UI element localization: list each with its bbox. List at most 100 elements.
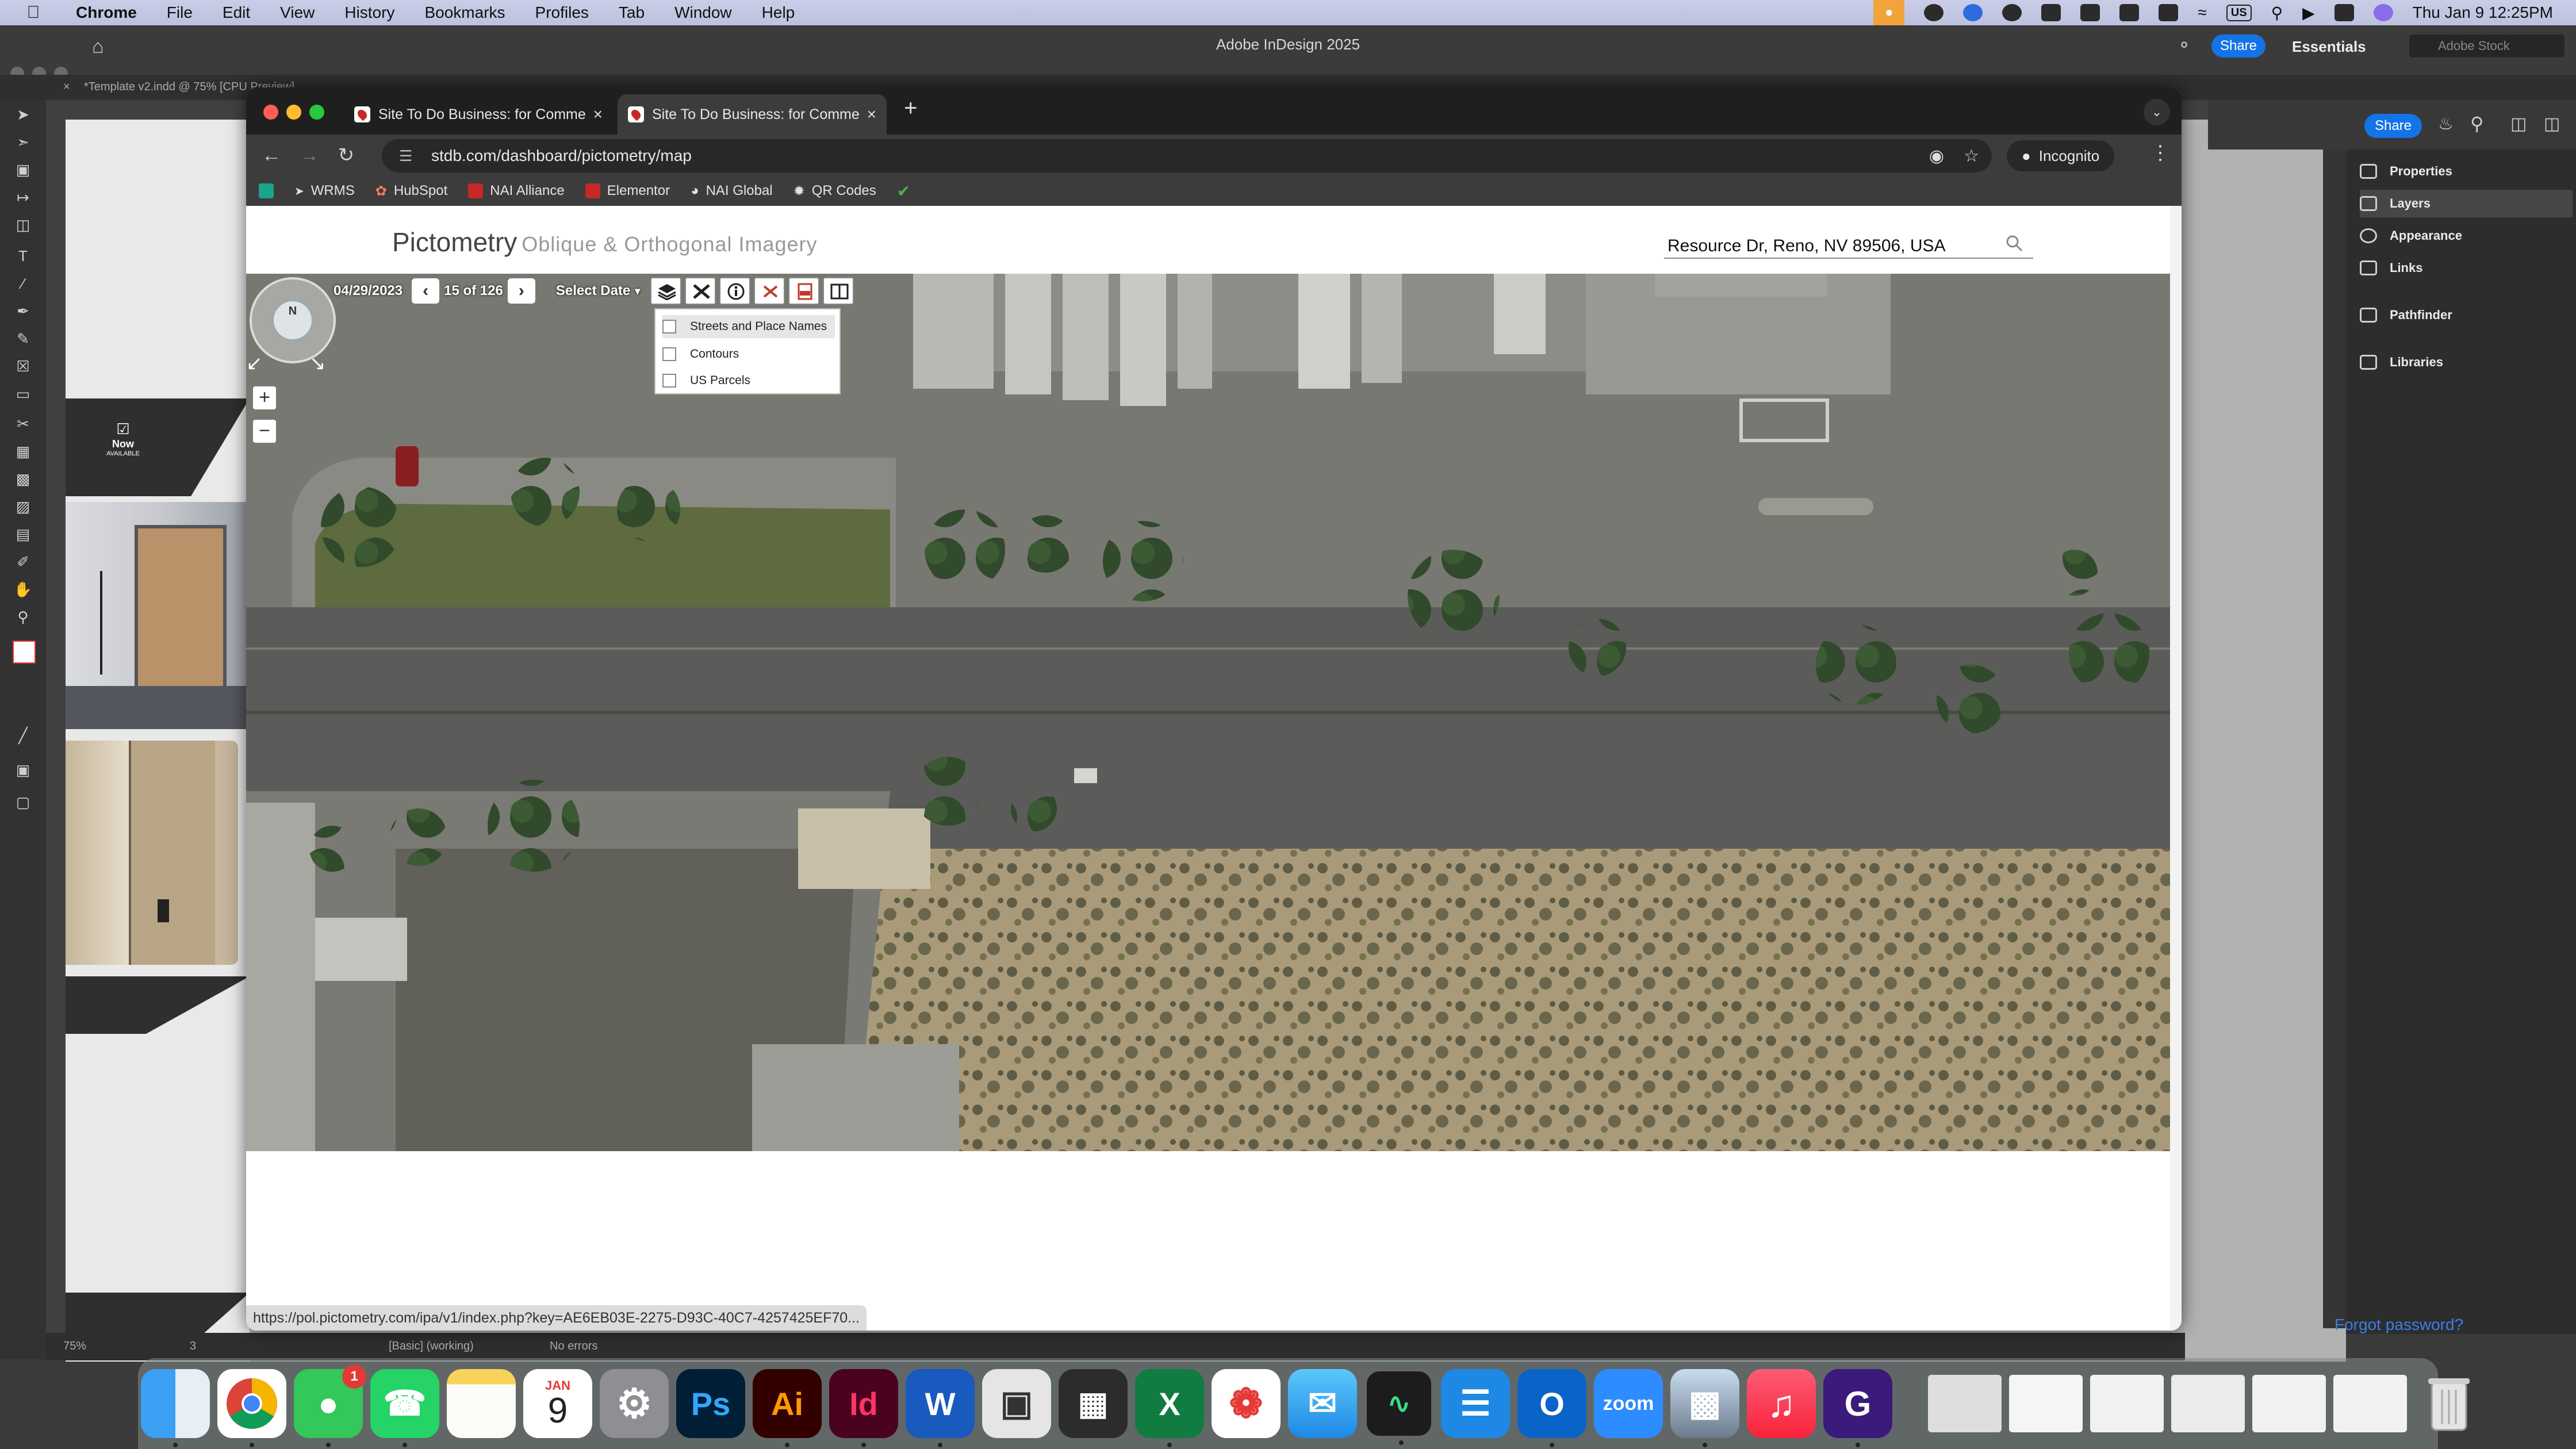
free-transform-tool-icon[interactable]: ▦ — [13, 443, 33, 460]
display-icon[interactable] — [2159, 4, 2179, 21]
incognito-badge[interactable]: ● Incognito — [2007, 140, 2115, 171]
page-number-field[interactable]: 3 — [190, 1340, 196, 1353]
clear-tool-button[interactable] — [754, 277, 785, 305]
menu-help[interactable]: Help — [762, 3, 795, 22]
indesign-icon[interactable]: Id — [829, 1369, 898, 1447]
grid-icon[interactable] — [2119, 4, 2140, 21]
arrange-documents-icon[interactable]: ◫ — [2510, 114, 2527, 134]
excel-icon[interactable]: X — [1135, 1369, 1204, 1447]
map-compass[interactable]: N — [250, 277, 336, 363]
creative-cloud-icon[interactable] — [2002, 4, 2022, 21]
rotate-left-icon[interactable]: ↙ — [246, 352, 263, 375]
properties-share-button[interactable]: Share — [2364, 114, 2422, 138]
note-tool-icon[interactable]: ▤ — [13, 526, 33, 543]
previous-image-button[interactable]: ‹ — [412, 278, 440, 304]
doc-tab-close-icon[interactable]: × — [63, 80, 70, 94]
panel-appearance[interactable]: Appearance — [2360, 222, 2573, 250]
app-menubar-icon[interactable] — [2041, 4, 2061, 21]
split-view-button[interactable] — [823, 277, 854, 305]
new-tab-button[interactable]: + — [904, 95, 917, 121]
info-tool-button[interactable] — [719, 277, 751, 305]
zoom-menubar-icon[interactable] — [1963, 4, 1983, 21]
system-settings-icon[interactable]: ⚙ — [600, 1369, 669, 1438]
compass-north[interactable]: N — [272, 300, 313, 341]
address-value[interactable]: Resource Dr, Reno, NV 89506, USA — [1667, 236, 1946, 256]
reload-icon[interactable]: ↻ — [331, 140, 361, 170]
search-icon[interactable]: ⚲ — [2470, 113, 2483, 135]
chrome-icon[interactable] — [217, 1369, 286, 1447]
gap-tool-icon[interactable]: ↦ — [13, 189, 33, 206]
dock-minimized-window-6[interactable] — [2333, 1375, 2407, 1432]
eye-slash-icon[interactable]: ◉ — [1929, 146, 1944, 166]
layer-contours-checkbox[interactable] — [662, 347, 676, 361]
site-info-icon[interactable]: ☰ — [399, 147, 419, 165]
indesign-page[interactable]: ☑ Now AVAILABLE — [66, 120, 250, 1362]
bookmark-wrms[interactable]: ➤ WRMS — [294, 183, 355, 199]
menubar-clock[interactable]: Thu Jan 9 12:25PM — [2413, 3, 2553, 22]
zoom-level[interactable]: 75% — [63, 1340, 86, 1353]
whatsapp-icon[interactable]: ☎ — [370, 1369, 439, 1447]
page-scrollbar[interactable] — [2170, 206, 2182, 1331]
preflight-profile[interactable]: [Basic] (working) — [389, 1340, 474, 1353]
indesign-share-button[interactable]: Share — [2211, 34, 2266, 57]
rectangle-tool-icon[interactable]: ▭ — [13, 385, 33, 402]
dock-minimized-window-4[interactable] — [2171, 1375, 2245, 1432]
url-text[interactable]: stdb.com/dashboard/pictometry/map — [431, 147, 692, 165]
measure-tool-button[interactable] — [685, 277, 716, 305]
panel-libraries[interactable]: Libraries — [2360, 348, 2573, 376]
page-photo-interior[interactable] — [66, 502, 250, 729]
layer-parcels-label[interactable]: US Parcels — [690, 374, 750, 388]
acrobat-icon[interactable]: ❁ — [1212, 1369, 1281, 1438]
layer-streets-checkbox[interactable] — [662, 320, 676, 334]
content-collector-icon[interactable]: ◫ — [13, 216, 33, 233]
layer-contours-row[interactable]: Contours — [662, 343, 835, 366]
dock-minimized-window-2[interactable] — [2009, 1375, 2083, 1432]
type-tool-icon[interactable]: T — [13, 247, 33, 264]
menu-bookmarks[interactable]: Bookmarks — [424, 3, 505, 22]
menu-app[interactable]: Chrome — [76, 3, 137, 22]
tab-close-icon[interactable]: × — [593, 105, 603, 124]
adobe-icon[interactable] — [2080, 4, 2100, 21]
gradient-tool-icon[interactable]: ▩ — [13, 470, 33, 488]
line-tool-icon[interactable]: ∕ — [13, 275, 33, 292]
workspace-selector[interactable]: Essentials — [2292, 38, 2366, 56]
adobe-stock-search[interactable]: Adobe Stock — [2409, 34, 2564, 57]
rectangle-frame-tool-icon[interactable]: ☒ — [13, 358, 33, 375]
bookmark-apps[interactable] — [259, 183, 274, 198]
search-icon[interactable] — [2006, 235, 2023, 252]
eyedropper-tool-icon[interactable]: ✐ — [13, 553, 33, 570]
dock-minimized-window-3[interactable] — [2090, 1375, 2164, 1432]
layer-parcels-row[interactable]: US Parcels — [662, 369, 835, 392]
view-mode-icon[interactable]: ▢ — [13, 793, 33, 811]
tab-search-button[interactable]: ⌄ — [2144, 99, 2170, 125]
wifi-icon[interactable]: ≈ — [2198, 3, 2206, 22]
selection-tool-icon[interactable]: ➤ — [13, 106, 33, 123]
export-pdf-button[interactable] — [788, 277, 820, 305]
bookmark-elementor[interactable]: Elementor — [585, 183, 670, 199]
notifications-bell-icon[interactable]: ♨ — [2438, 114, 2454, 134]
apply-none-icon[interactable]: ╱ — [13, 727, 33, 744]
layer-parcels-checkbox[interactable] — [662, 374, 676, 388]
notes-icon[interactable] — [447, 1369, 516, 1438]
menu-tab[interactable]: Tab — [619, 3, 645, 22]
address-bar[interactable]: ☰ stdb.com/dashboard/pictometry/map ◉ ☆ — [382, 139, 1992, 172]
zoom-app-icon[interactable]: zoom — [1594, 1369, 1663, 1438]
rotate-right-icon[interactable]: ↘ — [309, 352, 326, 375]
panel-properties[interactable]: Properties — [2360, 158, 2573, 185]
chrome-menu-icon[interactable]: ⋮ — [2150, 141, 2170, 164]
illustrator-icon[interactable]: Ai — [753, 1369, 822, 1447]
screenshot-icon[interactable]: ▣ — [982, 1369, 1051, 1438]
menu-profiles[interactable]: Profiles — [535, 3, 589, 22]
direct-selection-tool-icon[interactable]: ➣ — [13, 133, 33, 151]
chevron-down-icon[interactable]: ▾ — [635, 285, 640, 297]
forward-arrow-icon[interactable]: → — [294, 140, 324, 170]
zoom-window-button[interactable] — [309, 105, 324, 120]
page-photo-wall[interactable] — [66, 741, 238, 965]
indesign-vertical-scrollbar[interactable] — [2323, 150, 2346, 1328]
page-tool-icon[interactable]: ▣ — [13, 161, 33, 178]
panel-pathfinder[interactable]: Pathfinder — [2360, 301, 2573, 329]
lightbulb-icon[interactable]: ⚬ — [2177, 36, 2191, 56]
browser-tab-2[interactable]: Site To Do Business: for Commercial Real… — [618, 94, 887, 135]
minimize-window-button[interactable] — [286, 105, 301, 120]
browser-tab-1[interactable]: Site To Do Business: for Commercial Real… — [344, 94, 613, 135]
